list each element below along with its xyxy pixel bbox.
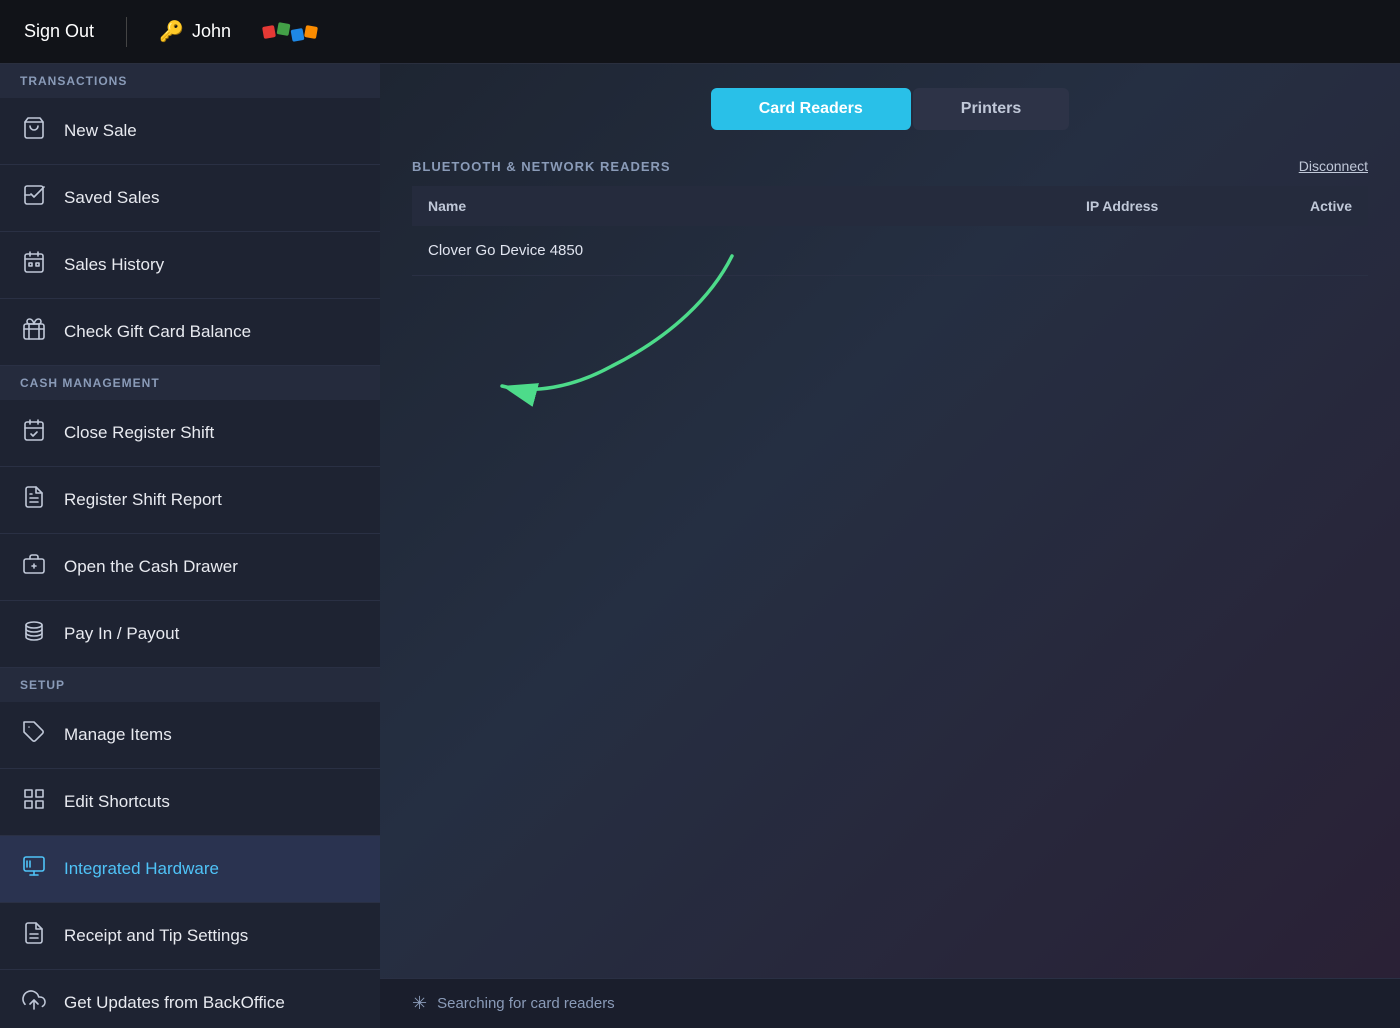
status-text: Searching for card readers <box>437 995 615 1012</box>
content-section: BLUETOOTH & NETWORK READERS Disconnect N… <box>380 130 1400 978</box>
sidebar-item-gift-card[interactable]: Check Gift Card Balance <box>0 299 380 366</box>
tag-icon <box>20 720 48 750</box>
bag-icon <box>20 116 48 146</box>
section-header-transactions: TRANSACTIONS <box>0 64 380 98</box>
saved-sales-label: Saved Sales <box>64 188 159 208</box>
receipt-tip-label: Receipt and Tip Settings <box>64 926 248 946</box>
sidebar-item-integrated-hardware[interactable]: Integrated Hardware <box>0 836 380 903</box>
gift-card-label: Check Gift Card Balance <box>64 322 251 342</box>
sign-out-button[interactable]: Sign Out <box>24 21 94 42</box>
sidebar-item-new-sale[interactable]: New Sale <box>0 98 380 165</box>
arrow-annotation <box>412 276 1368 476</box>
shift-report-label: Register Shift Report <box>64 490 222 510</box>
tab-printers[interactable]: Printers <box>913 88 1069 130</box>
app-header: Sign Out 🔑 John <box>0 0 1400 64</box>
table-header-row: Name IP Address Active <box>412 186 1368 226</box>
logo-orange <box>304 25 318 39</box>
device-ip <box>901 226 1174 276</box>
grid-icon <box>20 787 48 817</box>
saved-icon <box>20 183 48 213</box>
sidebar-item-close-register[interactable]: Close Register Shift <box>0 400 380 467</box>
cloud-icon <box>20 988 48 1018</box>
drawer-icon <box>20 552 48 582</box>
report-icon <box>20 485 48 515</box>
header-divider <box>126 17 127 47</box>
col-ip: IP Address <box>901 186 1174 226</box>
col-active: Active <box>1174 186 1368 226</box>
calendar-check-icon <box>20 418 48 448</box>
cash-drawer-label: Open the Cash Drawer <box>64 557 238 577</box>
key-icon: 🔑 <box>159 19 184 44</box>
section-header-setup: SETUP <box>0 668 380 702</box>
user-info: 🔑 John <box>159 19 231 44</box>
device-active <box>1174 226 1368 276</box>
hardware-icon <box>20 854 48 884</box>
receipt-settings-icon <box>20 921 48 951</box>
sidebar-item-sales-history[interactable]: Sales History <box>0 232 380 299</box>
app-logo <box>263 26 317 38</box>
sidebar-item-backoffice[interactable]: Get Updates from BackOffice <box>0 970 380 1028</box>
backoffice-label: Get Updates from BackOffice <box>64 993 285 1013</box>
sidebar-item-receipt-tip[interactable]: Receipt and Tip Settings <box>0 903 380 970</box>
pay-in-label: Pay In / Payout <box>64 624 179 644</box>
main-layout: TRANSACTIONS New Sale Saved Sales Sales … <box>0 64 1400 1028</box>
new-sale-label: New Sale <box>64 121 137 141</box>
sidebar-item-manage-items[interactable]: Manage Items <box>0 702 380 769</box>
edit-shortcuts-label: Edit Shortcuts <box>64 792 170 812</box>
logo-blue <box>291 28 305 42</box>
annotation-arrow <box>492 236 772 416</box>
integrated-hardware-label: Integrated Hardware <box>64 859 219 879</box>
status-bar: ✳ Searching for card readers <box>380 978 1400 1028</box>
disconnect-button[interactable]: Disconnect <box>1299 158 1368 174</box>
close-register-label: Close Register Shift <box>64 423 214 443</box>
logo-red <box>262 25 276 39</box>
history-icon <box>20 250 48 280</box>
user-name: John <box>192 21 231 42</box>
spinner-icon: ✳ <box>412 993 427 1014</box>
sidebar: TRANSACTIONS New Sale Saved Sales Sales … <box>0 64 380 1028</box>
sidebar-item-shift-report[interactable]: Register Shift Report <box>0 467 380 534</box>
sidebar-item-edit-shortcuts[interactable]: Edit Shortcuts <box>0 769 380 836</box>
tabs-bar: Card Readers Printers <box>380 64 1400 130</box>
logo-green <box>277 22 291 36</box>
bluetooth-section-title: BLUETOOTH & NETWORK READERS <box>412 159 671 174</box>
sidebar-item-pay-in[interactable]: Pay In / Payout <box>0 601 380 668</box>
tab-card-readers[interactable]: Card Readers <box>711 88 911 130</box>
main-content: Card Readers Printers BLUETOOTH & NETWOR… <box>380 64 1400 1028</box>
sidebar-item-saved-sales[interactable]: Saved Sales <box>0 165 380 232</box>
sidebar-item-cash-drawer[interactable]: Open the Cash Drawer <box>0 534 380 601</box>
gift-icon <box>20 317 48 347</box>
sales-history-label: Sales History <box>64 255 164 275</box>
section-header-row: BLUETOOTH & NETWORK READERS Disconnect <box>412 158 1368 174</box>
manage-items-label: Manage Items <box>64 725 172 745</box>
section-header-cash: CASH MANAGEMENT <box>0 366 380 400</box>
coins-icon <box>20 619 48 649</box>
col-name: Name <box>412 186 901 226</box>
